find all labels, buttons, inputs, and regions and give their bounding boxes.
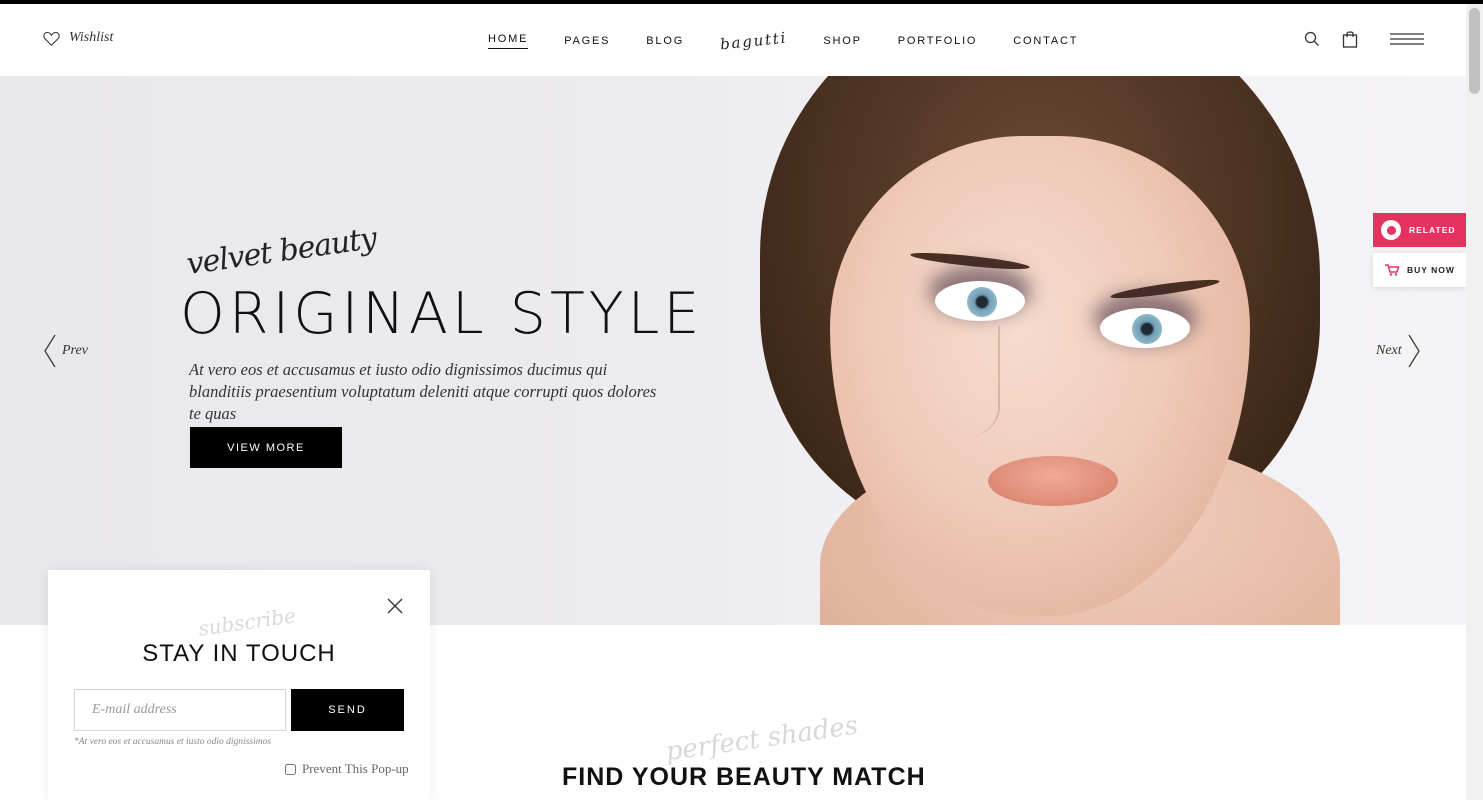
header-icons — [1304, 30, 1424, 48]
heart-icon — [43, 31, 60, 46]
site-header: Wishlist HOME PAGES BLOG bagutti SHOP PO… — [0, 4, 1466, 76]
nav-pages[interactable]: PAGES — [564, 35, 610, 47]
next-label: Next — [1376, 343, 1402, 358]
main-nav: HOME PAGES BLOG bagutti SHOP PORTFOLIO C… — [488, 29, 1078, 53]
send-button[interactable]: SEND — [291, 689, 404, 731]
prevent-popup-label: Prevent This Pop-up — [302, 761, 409, 776]
prevent-popup-checkbox[interactable] — [285, 763, 296, 775]
hero-title: ORIGINAL STYLE — [180, 281, 704, 347]
related-label: RELATED — [1409, 225, 1456, 235]
subscribe-popup: subscribe STAY IN TOUCH SEND *At vero eo… — [48, 570, 430, 800]
related-tab[interactable]: RELATED — [1373, 213, 1466, 247]
search-icon[interactable] — [1304, 31, 1320, 47]
scrollbar-thumb[interactable] — [1469, 8, 1480, 94]
chevron-right-icon — [1408, 334, 1420, 368]
nav-home[interactable]: HOME — [488, 33, 529, 49]
chevron-left-icon — [44, 334, 56, 368]
section-script-text: perfect shades — [663, 710, 860, 768]
section-title: FIND YOUR BEAUTY MATCH — [562, 763, 926, 791]
buy-now-tab[interactable]: BUY NOW — [1373, 253, 1466, 287]
hero-description: At vero eos et accusamus et iusto odio d… — [189, 360, 657, 423]
site-logo[interactable]: bagutti — [719, 29, 788, 54]
prevent-popup-option[interactable]: Prevent This Pop-up — [285, 761, 409, 777]
nav-blog[interactable]: BLOG — [646, 35, 684, 47]
hero-script-text: velvet beauty — [184, 220, 379, 283]
wishlist-label: Wishlist — [69, 30, 114, 45]
related-icon — [1381, 220, 1401, 240]
prev-slide-button[interactable]: Prev — [44, 334, 88, 368]
view-more-button[interactable]: VIEW MORE — [190, 427, 342, 468]
wishlist-link[interactable]: Wishlist — [43, 30, 113, 46]
email-field[interactable] — [74, 689, 286, 731]
nav-contact[interactable]: CONTACT — [1013, 35, 1078, 47]
next-slide-button[interactable]: Next — [1376, 334, 1420, 368]
popup-title: STAY IN TOUCH — [142, 640, 336, 667]
scrollbar[interactable] — [1466, 4, 1483, 800]
popup-script-text: subscribe — [196, 603, 298, 641]
prev-label: Prev — [62, 343, 88, 358]
close-icon[interactable] — [386, 597, 404, 615]
buy-now-label: BUY NOW — [1407, 265, 1455, 275]
hamburger-menu-icon[interactable] — [1390, 32, 1424, 46]
popup-note: *At vero eos et accusamus et iusto odio … — [74, 737, 272, 747]
hero-model-image — [720, 76, 1466, 625]
cart-icon — [1385, 264, 1399, 276]
shopping-bag-icon[interactable] — [1342, 30, 1358, 48]
hero-slider: velvet beauty ORIGINAL STYLE At vero eos… — [0, 76, 1466, 625]
nav-portfolio[interactable]: PORTFOLIO — [898, 35, 978, 47]
nav-shop[interactable]: SHOP — [823, 35, 861, 47]
